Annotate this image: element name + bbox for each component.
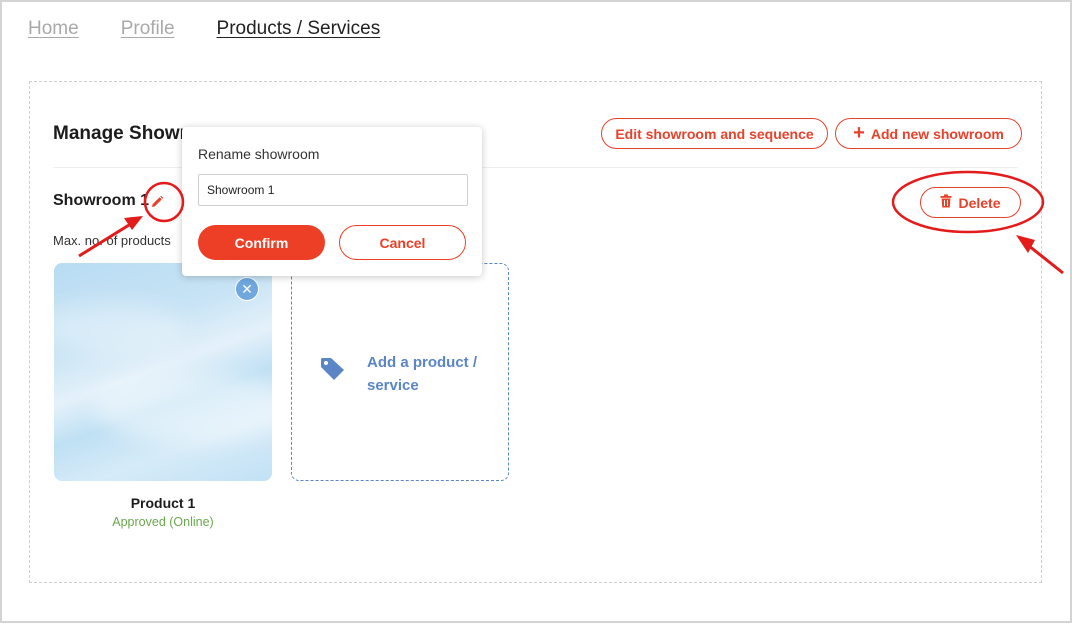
delete-showroom-button[interactable]: Delete <box>920 187 1021 218</box>
showroom-name-input[interactable] <box>198 174 468 206</box>
top-nav: Home Profile Products / Services <box>28 18 380 40</box>
tag-icon <box>320 357 346 386</box>
showroom-name: Showroom 1 <box>53 192 150 209</box>
add-new-showroom-button[interactable]: + Add new showroom <box>835 118 1022 149</box>
delete-label: Delete <box>958 194 1001 211</box>
rename-showroom-popup: Rename showroom Confirm Cancel <box>182 127 482 276</box>
pencil-icon[interactable] <box>148 193 166 211</box>
add-product-label: Add a product / service <box>367 354 477 394</box>
manage-showroom-panel: Manage Showr Edit showroom and sequence … <box>29 81 1042 583</box>
product-image-cloud <box>54 303 184 353</box>
plus-icon: + <box>853 121 865 144</box>
trash-icon <box>940 194 952 211</box>
add-new-showroom-label: Add new showroom <box>870 125 1004 142</box>
nav-products-services-link[interactable]: Products / Services <box>217 18 381 40</box>
close-icon[interactable]: ✕ <box>235 277 259 301</box>
cancel-button[interactable]: Cancel <box>339 225 466 260</box>
edit-showroom-sequence-button[interactable]: Edit showroom and sequence <box>601 118 828 149</box>
product-image-cloud <box>94 373 272 443</box>
app-frame: Home Profile Products / Services Manage … <box>0 0 1072 623</box>
max-products-label: Max. no. of products <box>53 233 171 248</box>
edit-showroom-sequence-label: Edit showroom and sequence <box>615 125 814 142</box>
product-name: Product 1 <box>130 495 196 511</box>
page-title: Manage Showr <box>53 123 188 144</box>
popup-title: Rename showroom <box>198 146 320 162</box>
confirm-button[interactable]: Confirm <box>198 225 325 260</box>
nav-home-link[interactable]: Home <box>28 18 79 40</box>
add-product-card[interactable]: Add a product / service <box>291 263 509 481</box>
product-status: Approved (Online) <box>112 515 214 529</box>
nav-profile-link[interactable]: Profile <box>121 18 175 40</box>
